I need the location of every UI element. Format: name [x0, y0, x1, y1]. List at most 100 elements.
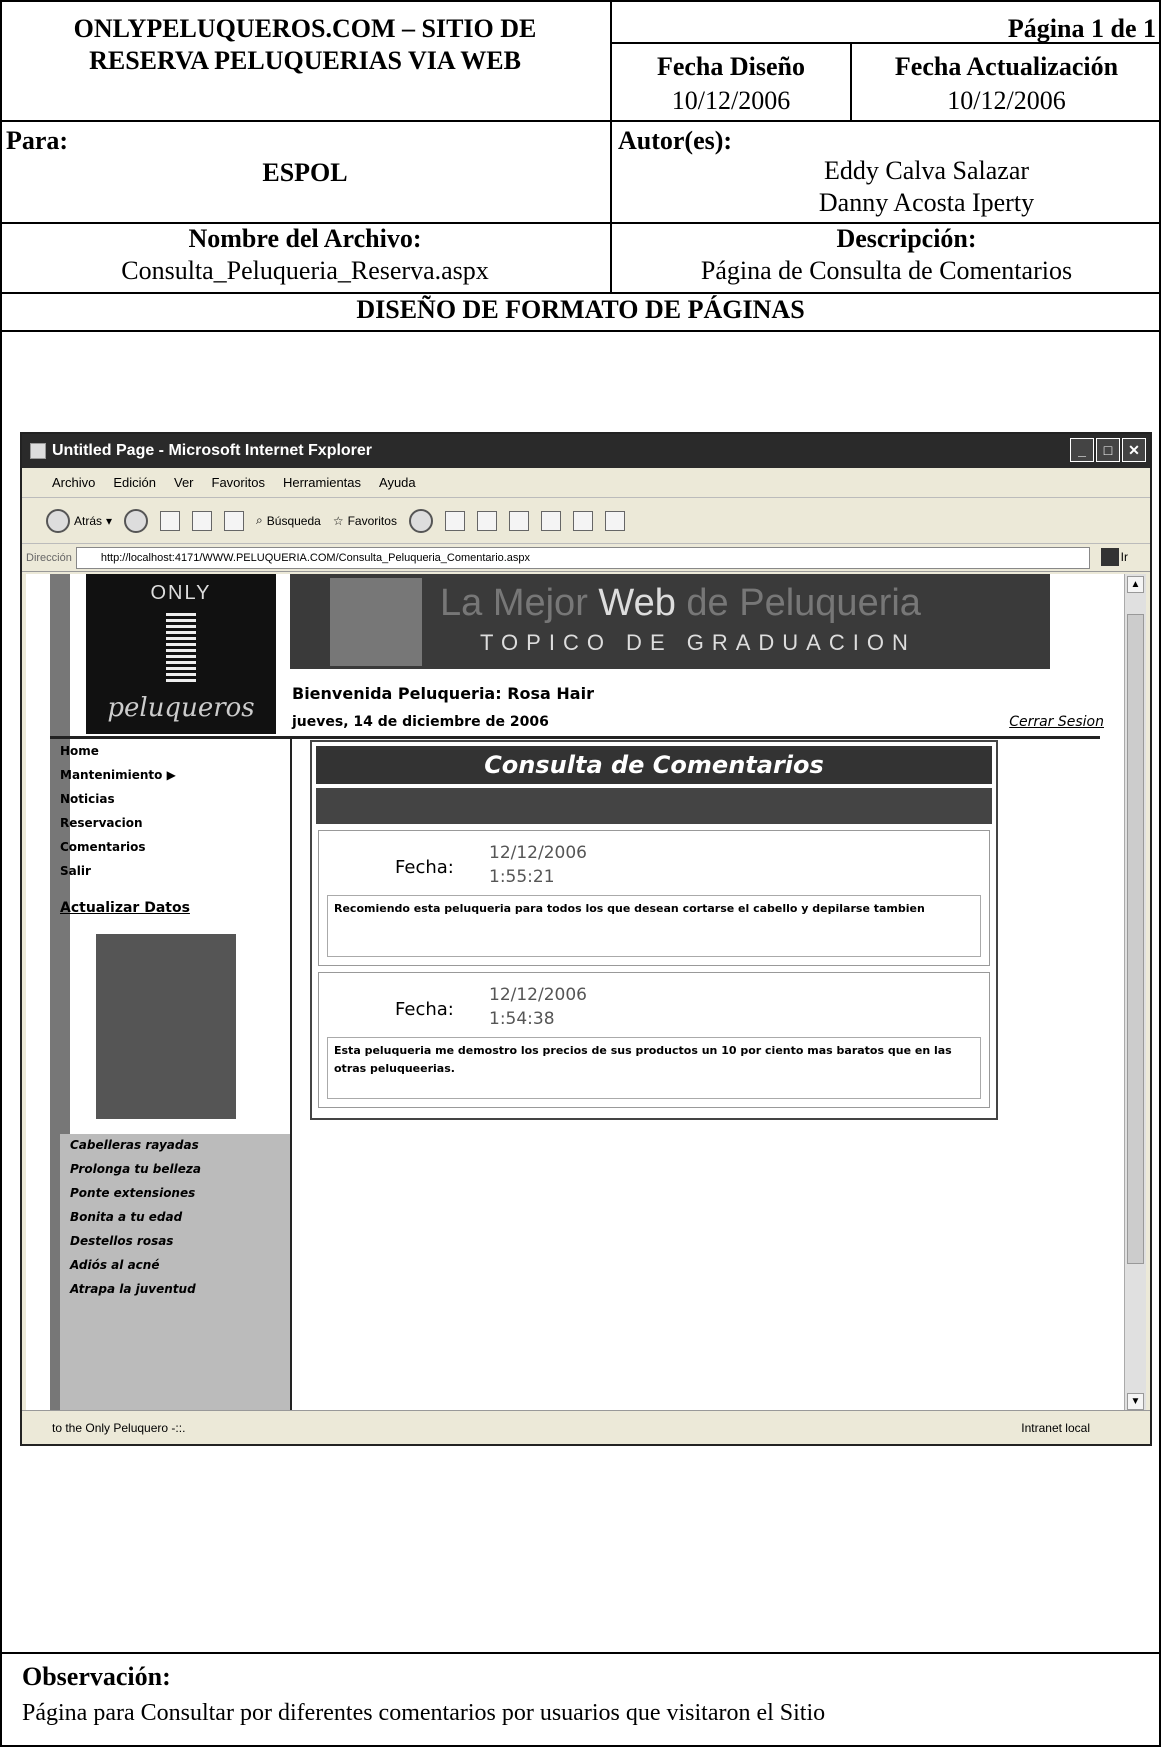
maximize-button[interactable]: □: [1096, 438, 1120, 462]
comment-time: 1:55:21: [489, 867, 555, 887]
browser-titlebar: Untitled Page - Microsoft Internet Fxplo…: [22, 434, 1150, 468]
address-label: Dirección: [26, 551, 72, 564]
banner-subtitle: TOPICO DE GRADUACION: [480, 630, 916, 655]
stop-icon[interactable]: [160, 510, 181, 531]
tip-item[interactable]: Atrapa la juventud: [70, 1282, 290, 1306]
tip-item[interactable]: Bonita a tu edad: [70, 1210, 290, 1234]
logo-top-text: ONLY: [150, 582, 212, 604]
fecha-label: Fecha:: [395, 857, 454, 878]
banner-pre: La Mejor: [440, 582, 599, 624]
comment-item: Fecha: 12/12/2006 1:54:38 Esta peluqueria…: [318, 972, 990, 1108]
banner-web: Web: [598, 582, 676, 624]
fecha-act: 10/12/2006: [947, 86, 1066, 115]
search-label: Búsqueda: [266, 513, 321, 528]
nav-mantenimiento[interactable]: Mantenimiento ▶: [60, 768, 290, 792]
refresh-icon[interactable]: [192, 510, 213, 531]
comments-panel: Consulta de Comentarios Fecha: 12/12/200…: [310, 740, 998, 1120]
tip-item[interactable]: Ponte extensiones: [70, 1186, 290, 1210]
nav-home[interactable]: Home: [60, 744, 290, 768]
logo-bottom-text: peluqueros: [107, 693, 255, 723]
rule: [0, 330, 1161, 332]
close-button[interactable]: ✕: [1122, 438, 1146, 462]
go-button[interactable]: Ir: [1100, 548, 1128, 566]
banner-photo: [330, 578, 422, 666]
browser-viewport: ONLY peluqueros La Mejor Web de Peluquer…: [26, 574, 1128, 1412]
scroll-down-icon[interactable]: ▼: [1127, 1393, 1144, 1410]
scroll-up-icon[interactable]: ▲: [1127, 576, 1144, 593]
banner-post: de Peluqueria: [675, 582, 921, 624]
star-icon: ☆: [332, 513, 344, 528]
menu-herramientas[interactable]: Herramientas: [283, 468, 361, 497]
fecha-diseno: 10/12/2006: [671, 86, 791, 115]
site-logo: ONLY peluqueros: [86, 574, 276, 734]
menu-archivo[interactable]: Archivo: [52, 468, 95, 497]
edit-icon[interactable]: [508, 510, 529, 531]
browser-menubar: Archivo Edición Ver Favoritos Herramient…: [22, 468, 1150, 498]
comment-text[interactable]: Recomiendo esta peluqueria para todos lo…: [327, 895, 981, 957]
fecha-diseno-label: Fecha Diseño: [656, 52, 806, 81]
nav-comentarios[interactable]: Comentarios: [60, 840, 290, 864]
comment-date: 12/12/2006: [489, 985, 587, 1005]
back-label: Atrás: [74, 513, 103, 528]
menu-ver[interactable]: Ver: [174, 468, 194, 497]
comment-datetime: 12/12/2006 1:55:21: [489, 841, 587, 889]
menu-edicion[interactable]: Edición: [113, 468, 156, 497]
content-title: Consulta de Comentarios: [316, 746, 992, 784]
archivo-label: Nombre del Archivo:: [188, 224, 422, 253]
favorites-label: Favoritos: [347, 513, 397, 528]
comment-date: 12/12/2006: [489, 843, 587, 863]
document-page: ONLYPELUQUEROS.COM – SITIO DE RESERVA PE…: [0, 0, 1161, 1747]
tip-item[interactable]: Prolonga tu belleza: [70, 1162, 290, 1186]
history-icon[interactable]: [408, 508, 433, 533]
forward-button[interactable]: [124, 508, 149, 533]
autores-label: Autor(es):: [618, 126, 733, 155]
menu-ayuda[interactable]: Ayuda: [379, 468, 416, 497]
address-input[interactable]: http://localhost:4171/WWW.PELUQUERIA.COM…: [75, 546, 1090, 569]
research-icon[interactable]: [572, 510, 593, 531]
address-bar: Dirección http://localhost:4171/WWW.PELU…: [22, 544, 1150, 572]
comment-datetime: 12/12/2006 1:54:38: [489, 983, 587, 1031]
print-icon[interactable]: [476, 510, 497, 531]
rule: [0, 1652, 1161, 1654]
fecha-act-label: Fecha Actualización: [894, 52, 1119, 81]
zone-text: Intranet local: [1021, 1421, 1090, 1435]
nav-divider: [290, 739, 292, 1412]
tip-item[interactable]: Adiós al acné: [70, 1258, 290, 1282]
favorites-button[interactable]: ☆ Favoritos: [333, 514, 397, 528]
back-button[interactable]: Atrás ▾: [46, 508, 112, 533]
observacion-label: Observación:: [22, 1662, 171, 1691]
scroll-thumb[interactable]: [1127, 614, 1144, 1264]
para-label: Para:: [6, 126, 69, 155]
menu-favoritos[interactable]: Favoritos: [212, 468, 265, 497]
mail-icon[interactable]: [444, 510, 465, 531]
status-text: to the Only Peluquero -::.: [52, 1421, 186, 1435]
observacion-text: Página para Consultar por diferentes com…: [22, 1700, 826, 1726]
home-icon[interactable]: [224, 510, 245, 531]
status-bar: to the Only Peluquero -::. Intranet loca…: [22, 1410, 1150, 1444]
vertical-scrollbar[interactable]: ▲ ▼: [1124, 574, 1146, 1412]
minimize-button[interactable]: _: [1070, 438, 1094, 462]
nav-reservacion[interactable]: Reservacion: [60, 816, 290, 840]
nav-noticias[interactable]: Noticias: [60, 792, 290, 816]
tip-item[interactable]: Destellos rosas: [70, 1234, 290, 1258]
side-nav: Home Mantenimiento ▶ Noticias Reservacio…: [60, 744, 290, 930]
para-value: ESPOL: [262, 158, 348, 187]
browser-toolbar: Atrás ▾ ⌕ Búsqueda ☆ Favoritos: [22, 498, 1150, 544]
descripcion-value: Página de Consulta de Comentarios: [700, 256, 1073, 285]
autor2: Danny Acosta Iperty: [818, 188, 1035, 217]
content-bar: [316, 788, 992, 824]
logout-link[interactable]: Cerrar Sesion: [1009, 714, 1104, 730]
project-line1: ONLYPELUQUEROS.COM – SITIO DE: [73, 14, 537, 43]
nav-salir[interactable]: Salir: [60, 864, 290, 888]
tip-item[interactable]: Cabelleras rayadas: [70, 1138, 290, 1162]
ie-app-icon: [30, 443, 46, 459]
search-button[interactable]: ⌕ Búsqueda: [256, 513, 321, 528]
descripcion-label: Descripción:: [836, 224, 977, 253]
header-divider: [50, 736, 1100, 739]
comment-text[interactable]: Esta peluqueria me demostro los precios …: [327, 1037, 981, 1099]
go-arrow-icon: [1100, 548, 1119, 566]
update-data-link[interactable]: Actualizar Datos: [60, 900, 290, 930]
messenger-icon[interactable]: [604, 510, 625, 531]
logo-mark-icon: [166, 613, 196, 685]
discuss-icon[interactable]: [540, 510, 561, 531]
